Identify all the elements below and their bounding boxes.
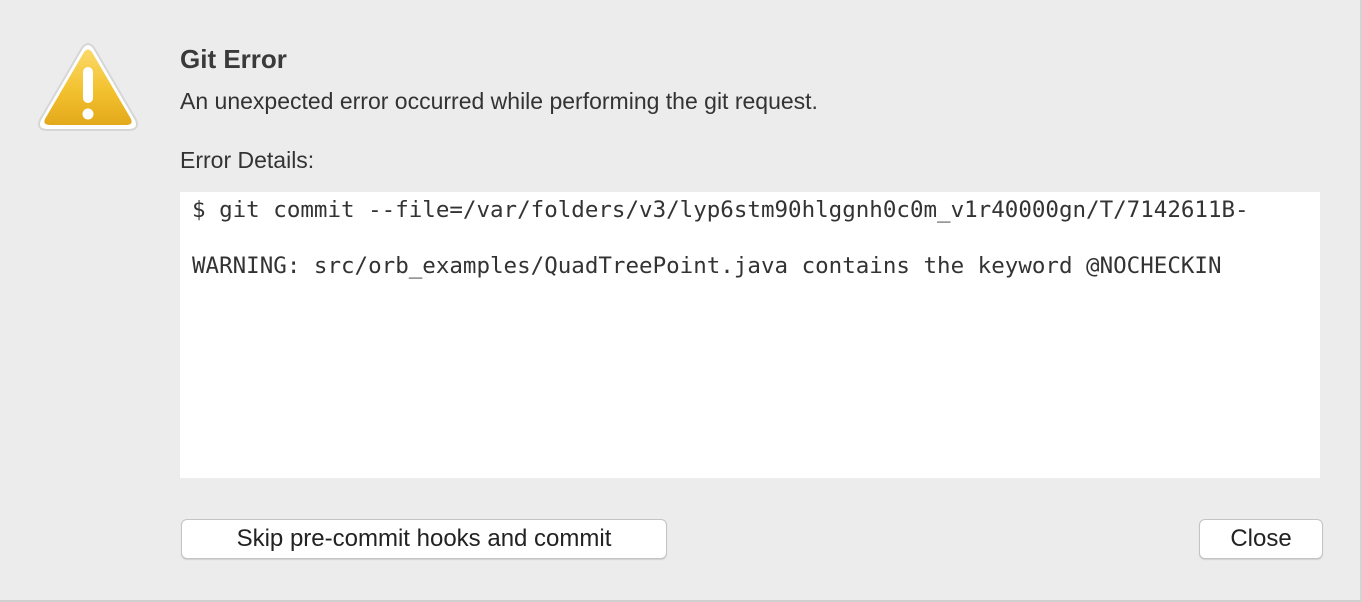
warning-icon bbox=[38, 43, 138, 131]
error-message: An unexpected error occurred while perfo… bbox=[180, 88, 818, 114]
details-line-command: $ git commit --file=/var/folders/v3/lyp6… bbox=[192, 197, 1249, 223]
error-details-label: Error Details: bbox=[180, 147, 315, 173]
skip-hooks-and-commit-button[interactable]: Skip pre-commit hooks and commit bbox=[181, 519, 667, 559]
dialog-title: Git Error bbox=[180, 44, 287, 74]
error-details-textarea[interactable]: $ git commit --file=/var/folders/v3/lyp6… bbox=[180, 192, 1320, 478]
close-button[interactable]: Close bbox=[1199, 519, 1323, 559]
details-line-warning: WARNING: src/orb_examples/QuadTreePoint.… bbox=[192, 253, 1222, 279]
git-error-dialog: Git Error An unexpected error occurred w… bbox=[0, 0, 1362, 602]
